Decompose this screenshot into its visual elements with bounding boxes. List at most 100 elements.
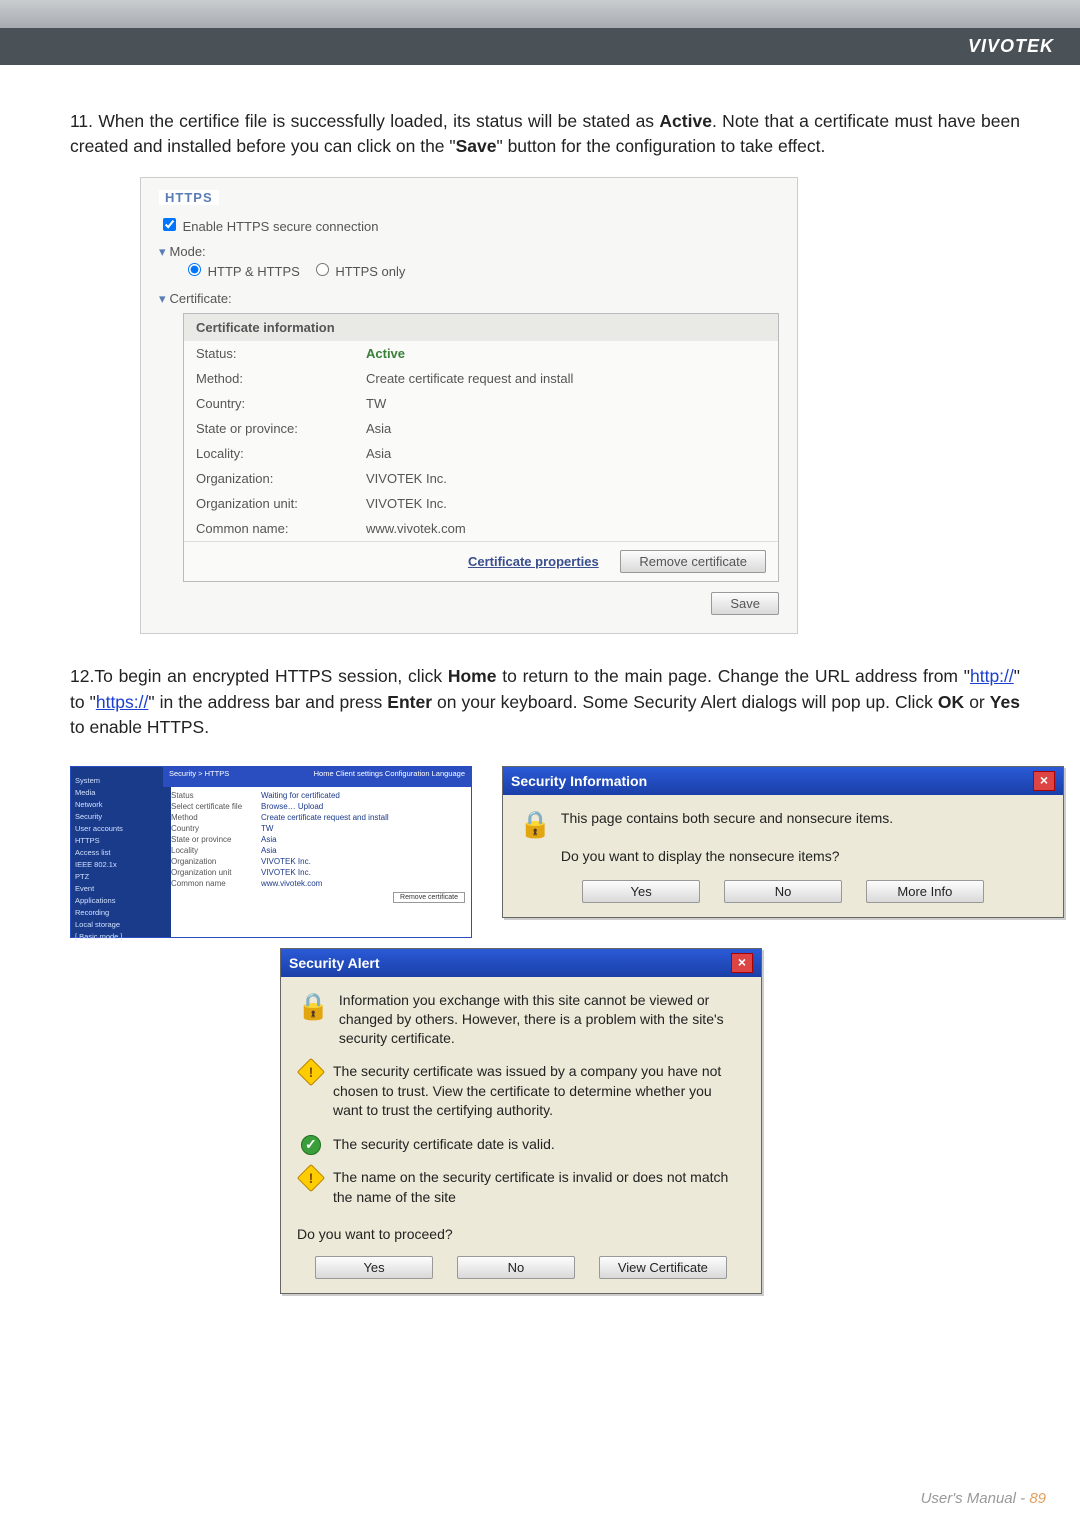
- alert-i1-text: The security certificate was issued by a…: [333, 1063, 721, 1118]
- sec-info-title: Security Information: [511, 773, 647, 789]
- cert-key: Organization:: [196, 471, 366, 486]
- save-button[interactable]: Save: [711, 592, 779, 615]
- thumb-nav-item: Access list: [75, 848, 167, 857]
- thumb-row: Organization unitVIVOTEK Inc.: [171, 868, 465, 877]
- alert-view-cert-button[interactable]: View Certificate: [599, 1256, 727, 1279]
- footer-label: User's Manual -: [921, 1490, 1030, 1507]
- chevron-down-icon: ▾: [159, 291, 166, 306]
- s12-ok: OK: [938, 692, 964, 712]
- cert-properties-link[interactable]: Certificate properties: [468, 554, 599, 569]
- alert-no-button[interactable]: No: [457, 1256, 575, 1279]
- cert-row: Method:Create certificate request and in…: [184, 366, 778, 391]
- thumb-nav-item: [ Basic mode ]: [75, 932, 167, 941]
- thumb-topbar: Security > HTTPSHome Client settings Con…: [163, 767, 471, 787]
- sec-info-yes-button[interactable]: Yes: [582, 880, 700, 903]
- cert-val: www.vivotek.com: [366, 521, 766, 536]
- thumb-row: Common namewww.vivotek.com: [171, 879, 465, 888]
- warning-icon: [297, 1058, 325, 1086]
- thumb-nav-item: System: [75, 776, 167, 785]
- thumb-nav-item: User accounts: [75, 824, 167, 833]
- sec-info-line1: This page contains both secure and nonse…: [561, 810, 893, 826]
- thumb-row: CountryTW: [171, 824, 465, 833]
- cert-row: Organization unit:VIVOTEK Inc.: [184, 491, 778, 516]
- enable-https-label: Enable HTTPS secure connection: [183, 219, 379, 234]
- https-link[interactable]: https://: [96, 692, 149, 712]
- cert-row: Common name:www.vivotek.com: [184, 516, 778, 541]
- security-info-dialog: Security Information × This page contains…: [502, 766, 1064, 918]
- http-link[interactable]: http://: [970, 666, 1014, 686]
- thumb-nav: SystemMediaNetworkSecurityUser accountsH…: [71, 767, 171, 937]
- thumb-nav-item: Applications: [75, 896, 167, 905]
- s12a: 12.To begin an encrypted HTTPS session, …: [70, 666, 448, 686]
- warning-icon: [297, 1164, 325, 1192]
- cert-val: VIVOTEK Inc.: [366, 496, 766, 511]
- alert-intro: Information you exchange with this site …: [339, 991, 737, 1048]
- brand-bar: VIVOTEK: [0, 28, 1080, 65]
- config-thumbnail: SystemMediaNetworkSecurityUser accountsH…: [70, 766, 472, 938]
- step11-text-a: 11. When the certifice file is successfu…: [70, 111, 659, 131]
- page-footer: User's Manual - 89: [921, 1490, 1046, 1507]
- thumb-row: LocalityAsia: [171, 846, 465, 855]
- cert-row: Country:TW: [184, 391, 778, 416]
- cert-row: Status:Active: [184, 341, 778, 366]
- header-spacer: [0, 0, 1080, 28]
- step11-save: Save: [456, 136, 497, 156]
- enable-https-checkbox[interactable]: [163, 218, 176, 231]
- thumb-links: Home Client settings Configuration Langu…: [314, 769, 465, 778]
- chevron-down-icon: ▾: [159, 244, 166, 259]
- alert-yes-button[interactable]: Yes: [315, 1256, 433, 1279]
- thumb-row: Select certificate fileBrowse… Upload: [171, 802, 465, 811]
- close-icon[interactable]: ×: [1033, 771, 1055, 791]
- thumb-row: OrganizationVIVOTEK Inc.: [171, 857, 465, 866]
- cert-key: Locality:: [196, 446, 366, 461]
- sec-info-more-button[interactable]: More Info: [866, 880, 984, 903]
- alert-i3-text: The name on the security certificate is …: [333, 1169, 728, 1205]
- mode-options: HTTP & HTTPS HTTPS only: [183, 260, 779, 279]
- sec-info-no-button[interactable]: No: [724, 880, 842, 903]
- alert-title: Security Alert: [289, 955, 380, 971]
- s12b: to return to the main page. Change the U…: [496, 666, 970, 686]
- thumb-nav-item: Media: [75, 788, 167, 797]
- mode-label: Mode:: [170, 244, 206, 259]
- close-icon[interactable]: ×: [731, 953, 753, 973]
- mode-https-only-radio[interactable]: [316, 263, 329, 276]
- thumb-nav-item: Event: [75, 884, 167, 893]
- alert-item-3: The name on the security certificate is …: [297, 1168, 745, 1207]
- thumb-row: MethodCreate certificate request and ins…: [171, 813, 465, 822]
- cert-section: ▾ Certificate:: [159, 291, 779, 307]
- cert-key: Organization unit:: [196, 496, 366, 511]
- cert-val: TW: [366, 396, 766, 411]
- cert-key: Method:: [196, 371, 366, 386]
- thumb-nav-item: PTZ: [75, 872, 167, 881]
- remove-cert-button[interactable]: Remove certificate: [620, 550, 766, 573]
- s12-enter: Enter: [387, 692, 432, 712]
- s12f: or: [964, 692, 990, 712]
- https-panel: HTTPS Enable HTTPS secure connection ▾Mo…: [140, 177, 798, 634]
- thumb-nav-item: IEEE 802.1x: [75, 860, 167, 869]
- cert-key: Country:: [196, 396, 366, 411]
- thumb-row: StatusWaiting for certificated: [171, 791, 465, 800]
- cert-info-box: Certificate information Status:ActiveMet…: [183, 313, 779, 582]
- cert-val: Active: [366, 346, 766, 361]
- cert-row: Locality:Asia: [184, 441, 778, 466]
- check-icon: [301, 1135, 321, 1155]
- sec-info-line2: Do you want to display the nonsecure ite…: [561, 848, 840, 864]
- step11-text-c: " button for the configuration to take e…: [497, 136, 826, 156]
- thumb-nav-item: HTTPS: [75, 836, 167, 845]
- cert-val: VIVOTEK Inc.: [366, 471, 766, 486]
- cert-label: Certificate:: [170, 291, 232, 306]
- mode-http-https-radio[interactable]: [188, 263, 201, 276]
- s12-yes: Yes: [990, 692, 1020, 712]
- cert-val: Create certificate request and install: [366, 371, 766, 386]
- cert-val: Asia: [366, 421, 766, 436]
- s12d: " in the address bar and press: [148, 692, 387, 712]
- cert-val: Asia: [366, 446, 766, 461]
- security-alert-dialog: Security Alert × Information you exchange…: [280, 948, 762, 1293]
- cert-key: Common name:: [196, 521, 366, 536]
- s12e: on your keyboard. Some Security Alert di…: [432, 692, 938, 712]
- alert-i2-text: The security certificate date is valid.: [333, 1136, 555, 1152]
- thumb-nav-item: Network: [75, 800, 167, 809]
- mode-section: ▾ Mode:: [159, 244, 779, 260]
- alert-item-1: The security certificate was issued by a…: [297, 1062, 745, 1121]
- alert-proceed: Do you want to proceed?: [297, 1226, 745, 1242]
